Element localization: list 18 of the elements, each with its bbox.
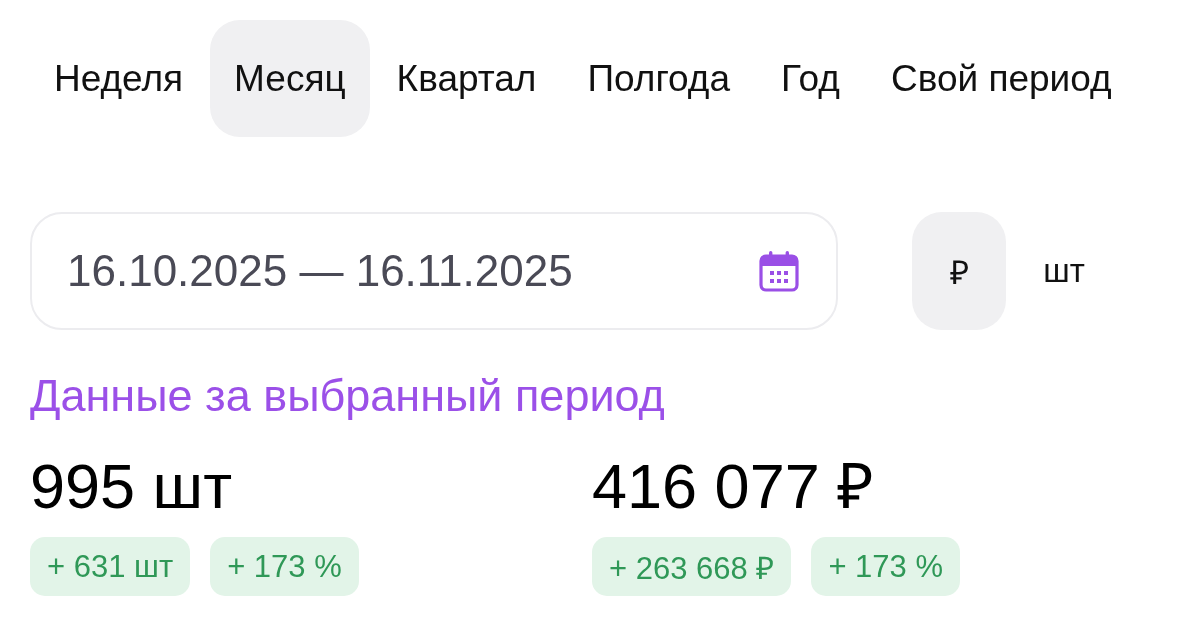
- period-tab[interactable]: Год: [757, 20, 864, 137]
- period-tab[interactable]: Месяц: [210, 20, 370, 137]
- change-badge: + 173 %: [811, 537, 960, 596]
- unit-toggle-button[interactable]: шт: [1017, 212, 1111, 330]
- period-tab[interactable]: Свой период: [866, 20, 1136, 137]
- period-tab[interactable]: Полгода: [563, 20, 754, 137]
- change-badge: + 263 668 ₽: [592, 537, 792, 596]
- period-tab[interactable]: Неделя: [30, 20, 208, 137]
- change-badge: + 173 %: [210, 537, 359, 596]
- date-range-field[interactable]: 16.10.2025 — 16.11.2025: [30, 212, 838, 330]
- section-title: Данные за выбранный период: [30, 371, 665, 421]
- calendar-icon[interactable]: [758, 250, 800, 292]
- date-range-value: 16.10.2025 — 16.11.2025: [67, 246, 573, 296]
- change-badge: + 631 шт: [30, 537, 191, 596]
- unit-toggle-button[interactable]: ₽: [912, 212, 1006, 330]
- metric-value: 995 шт: [30, 452, 232, 520]
- metric-value: 416 077 ₽: [592, 452, 875, 520]
- period-tab[interactable]: Квартал: [372, 20, 561, 137]
